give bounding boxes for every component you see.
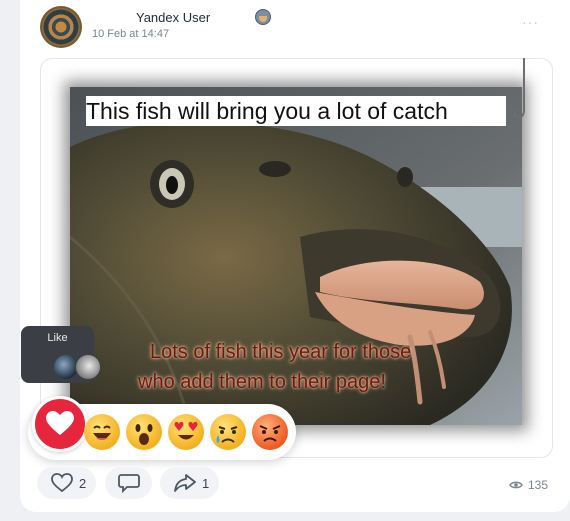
reaction-surprised-icon[interactable]: [126, 414, 162, 450]
eye-icon: [509, 481, 523, 489]
reaction-heart-icon[interactable]: [32, 396, 88, 452]
fishing-hook-icon: [512, 58, 530, 128]
more-dots-icon[interactable]: ···: [522, 14, 539, 30]
share-count: 1: [202, 475, 210, 491]
comment-icon: [118, 474, 140, 493]
image-bottom-caption-line2: who add them to their page!: [138, 371, 386, 393]
like-tooltip-label: Like: [47, 332, 68, 344]
image-bottom-caption-line1: Lots of fish this year for those: [150, 341, 412, 363]
image-top-caption: This fish will bring you a lot of catch: [86, 96, 506, 126]
post-date[interactable]: 10 Feb at 14:47: [92, 28, 169, 40]
reaction-angry-icon[interactable]: [252, 414, 288, 450]
reaction-crying-icon[interactable]: [210, 414, 246, 450]
author-avatar[interactable]: [40, 6, 82, 48]
author-name[interactable]: Yandex User: [136, 10, 210, 25]
comment-button[interactable]: [105, 467, 152, 499]
views-counter: 135: [509, 477, 548, 493]
share-arrow-icon: [174, 474, 196, 492]
heart-outline-icon: [51, 473, 73, 493]
like-count: 2: [79, 475, 87, 491]
reactions-picker: [28, 396, 296, 460]
like-tooltip: Like: [21, 326, 101, 383]
views-count: 135: [528, 478, 549, 492]
author-badge-icon: [255, 9, 271, 25]
liker-avatar[interactable]: [75, 354, 101, 380]
share-button[interactable]: 1: [160, 467, 219, 499]
like-button[interactable]: 2: [37, 467, 96, 499]
reaction-love-eyes-icon[interactable]: [168, 414, 204, 450]
reaction-laughing-icon[interactable]: [84, 414, 120, 450]
